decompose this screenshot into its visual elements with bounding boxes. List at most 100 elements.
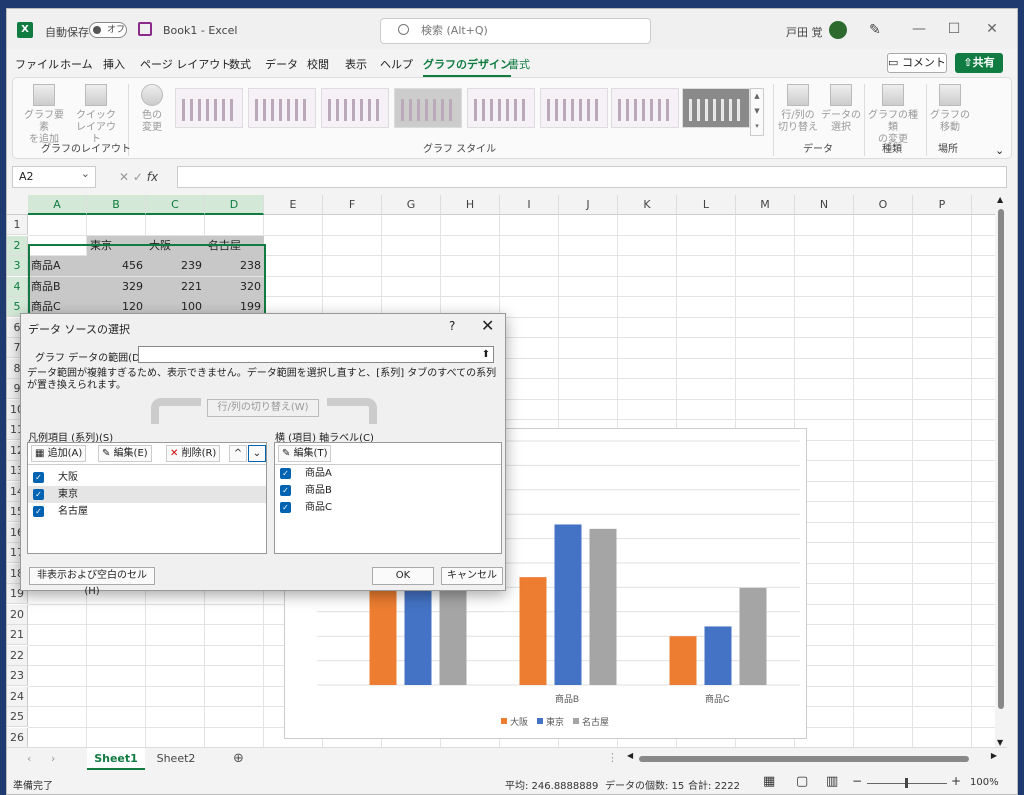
chart-style-5[interactable]	[467, 88, 535, 128]
chart-style-3[interactable]	[321, 88, 389, 128]
normal-view-icon[interactable]: ▦	[763, 774, 775, 789]
tab-formulas[interactable]: 数式	[229, 56, 251, 72]
chart-style-4[interactable]	[394, 88, 462, 128]
chart-data-range-input[interactable]	[138, 346, 494, 363]
zoom-in-icon[interactable]: +	[951, 774, 961, 788]
chart-style-1[interactable]	[175, 88, 243, 128]
collapse-ribbon-icon[interactable]: ⌄	[995, 144, 1004, 157]
move-down-button[interactable]: ⌄	[248, 445, 266, 462]
column-header[interactable]: J	[559, 195, 618, 215]
tab-home[interactable]: ホーム	[60, 56, 93, 72]
zoom-level[interactable]: 100%	[970, 777, 999, 788]
column-header[interactable]: M	[736, 195, 795, 215]
autosave-toggle[interactable]: オフ	[89, 22, 127, 38]
close-button[interactable]: ✕	[980, 19, 1004, 39]
tab-data[interactable]: データ	[265, 56, 298, 72]
help-button[interactable]: ?	[449, 319, 455, 333]
column-header[interactable]: F	[323, 195, 382, 215]
bar-東京-商品B[interactable]	[554, 524, 582, 685]
tab-view[interactable]: 表示	[345, 56, 367, 72]
cancel-button[interactable]: キャンセル	[441, 567, 503, 585]
series-item[interactable]: ✓ 大阪	[28, 469, 266, 486]
column-header[interactable]: K	[618, 195, 677, 215]
row-header[interactable]: 3	[7, 256, 28, 276]
select-data-button[interactable]: データの 選択	[818, 84, 864, 134]
tab-help[interactable]: ヘルプ	[380, 56, 413, 72]
checkbox-checked-icon[interactable]: ✓	[280, 468, 291, 479]
chart-style-2[interactable]	[248, 88, 316, 128]
checkbox-checked-icon[interactable]: ✓	[280, 502, 291, 513]
checkbox-checked-icon[interactable]: ✓	[33, 506, 44, 517]
tab-split-icon[interactable]: ⋮	[607, 751, 618, 764]
column-header[interactable]: A	[28, 195, 87, 215]
hidden-empty-cells-button[interactable]: 非表示および空白のセル(H)	[29, 567, 155, 597]
minimize-button[interactable]: —	[907, 19, 931, 39]
edit-series-button[interactable]: ✎ 編集(E)	[98, 445, 152, 462]
tab-chart-design[interactable]: グラフのデザイン	[423, 56, 511, 77]
column-header[interactable]: H	[441, 195, 500, 215]
name-box[interactable]: A2	[12, 164, 96, 188]
bar-名古屋-商品C[interactable]	[739, 587, 767, 685]
cancel-icon[interactable]: ✕	[119, 170, 129, 184]
tab-file[interactable]: ファイル	[15, 56, 59, 72]
fx-icon[interactable]: fx	[147, 170, 158, 184]
bar-東京-商品C[interactable]	[704, 626, 732, 685]
scroll-up-icon[interactable]: ▲	[997, 195, 1003, 204]
ok-button[interactable]: OK	[372, 567, 434, 585]
column-header[interactable]: P	[913, 195, 972, 215]
switch-row-column-button[interactable]: 行/列の 切り替え	[775, 84, 821, 134]
checkbox-checked-icon[interactable]: ✓	[280, 485, 291, 496]
style-gallery-scroll[interactable]: ▲ ▼ ▾	[750, 88, 764, 136]
checkbox-checked-icon[interactable]: ✓	[33, 472, 44, 483]
prev-sheet-icon[interactable]: ‹	[27, 752, 31, 765]
series-item[interactable]: ✓ 名古屋	[28, 503, 266, 520]
checkbox-checked-icon[interactable]: ✓	[33, 489, 44, 500]
scroll-left-icon[interactable]: ◀	[627, 751, 633, 760]
change-chart-type-button[interactable]: グラフの種類 の変更	[865, 84, 921, 146]
column-header[interactable]: I	[500, 195, 559, 215]
enter-icon[interactable]: ✓	[133, 170, 143, 184]
add-sheet-icon[interactable]: ⊕	[233, 751, 244, 766]
dialog-close-button[interactable]: ✕	[481, 316, 494, 335]
search-input[interactable]: 検索 (Alt+Q)	[380, 18, 651, 44]
tab-page-layout[interactable]: ページ レイアウト	[140, 56, 231, 72]
row-header[interactable]: 23	[7, 666, 28, 686]
save-icon[interactable]	[138, 22, 152, 36]
maximize-button[interactable]: ☐	[942, 19, 966, 39]
zoom-out-icon[interactable]: −	[852, 774, 862, 788]
column-header[interactable]: C	[146, 195, 205, 215]
column-header[interactable]: G	[382, 195, 441, 215]
row-header[interactable]: 21	[7, 625, 28, 645]
collapse-range-icon[interactable]: ⬆	[479, 347, 493, 362]
delete-series-button[interactable]: ✕ 削除(R)	[166, 445, 221, 462]
zoom-slider-thumb[interactable]	[905, 778, 908, 788]
axis-item[interactable]: ✓ 商品B	[275, 482, 501, 499]
chart-style-8[interactable]	[682, 88, 750, 128]
quick-layout-button[interactable]: クイック レイアウト	[73, 84, 119, 146]
formula-input[interactable]	[177, 166, 1007, 188]
column-header[interactable]: L	[677, 195, 736, 215]
scroll-thumb[interactable]	[998, 209, 1004, 709]
row-header[interactable]: 24	[7, 686, 28, 707]
share-button[interactable]: ⇧共有	[955, 53, 1003, 73]
tab-insert[interactable]: 挿入	[103, 56, 125, 72]
series-item[interactable]: ✓ 東京	[28, 486, 266, 503]
move-up-button[interactable]: ^	[229, 445, 247, 462]
pen-icon[interactable]: ✎	[869, 22, 881, 38]
row-header[interactable]: 22	[7, 645, 28, 666]
row-header[interactable]: 2	[7, 235, 28, 256]
row-header[interactable]: 26	[7, 727, 28, 747]
edit-axis-button[interactable]: ✎ 編集(T)	[278, 445, 332, 462]
horizontal-scrollbar[interactable]: ◀ ▶	[627, 751, 997, 763]
page-break-view-icon[interactable]: ▥	[826, 774, 838, 789]
page-layout-view-icon[interactable]: ▢	[796, 774, 808, 789]
comment-button[interactable]: ▭ コメント	[887, 53, 947, 73]
next-sheet-icon[interactable]: ›	[51, 752, 55, 765]
add-series-button[interactable]: ▦ 追加(A)	[31, 445, 87, 462]
bar-大阪-商品C[interactable]	[669, 636, 697, 685]
axis-item[interactable]: ✓ 商品C	[275, 499, 501, 516]
bar-大阪-商品B[interactable]	[519, 577, 547, 685]
scroll-down-icon[interactable]: ▼	[997, 738, 1003, 747]
tab-review[interactable]: 校閲	[307, 56, 329, 72]
tab-format[interactable]: 書式	[508, 56, 530, 72]
